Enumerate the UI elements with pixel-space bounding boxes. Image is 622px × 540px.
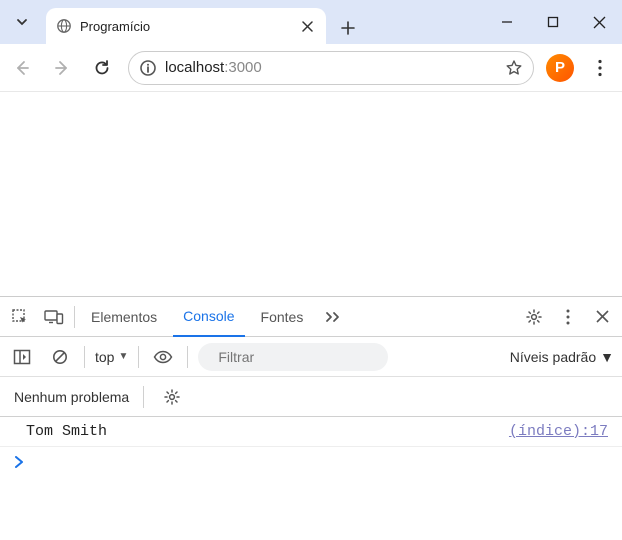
divider <box>74 306 75 328</box>
arrow-right-icon <box>53 59 71 77</box>
levels-label: Níveis padrão <box>510 349 596 365</box>
console-toolbar: top ▼ Níveis padrão ▼ <box>0 337 622 377</box>
close-icon <box>302 21 313 32</box>
device-toolbar-button[interactable] <box>40 303 68 331</box>
browser-titlebar: Programício <box>0 0 622 44</box>
log-source-link[interactable]: (índice):17 <box>509 423 608 440</box>
live-expression-button[interactable] <box>149 343 177 371</box>
double-chevron-right-icon <box>324 310 342 324</box>
tab-title: Programício <box>80 19 290 34</box>
browser-toolbar: localhost:3000 P <box>0 44 622 92</box>
chevron-down-icon: ▼ <box>600 349 614 365</box>
filter-input[interactable] <box>218 349 399 365</box>
gear-icon <box>525 308 543 326</box>
inspect-icon <box>11 308 29 326</box>
divider <box>143 386 144 408</box>
devtools-settings-button[interactable] <box>520 303 548 331</box>
tab-console[interactable]: Console <box>173 297 244 337</box>
devtools-menu-button[interactable] <box>554 303 582 331</box>
browser-menu-button[interactable] <box>586 54 614 82</box>
page-content <box>0 92 622 296</box>
url-text[interactable]: localhost:3000 <box>165 59 497 76</box>
reload-button[interactable] <box>88 54 116 82</box>
bookmark-button[interactable] <box>505 59 523 77</box>
sidebar-icon <box>13 349 31 365</box>
close-icon <box>593 16 606 29</box>
tab-close-button[interactable] <box>298 17 316 35</box>
inspect-element-button[interactable] <box>6 303 34 331</box>
chevron-down-icon <box>15 15 29 29</box>
minimize-icon <box>501 16 513 28</box>
site-info-button[interactable] <box>139 59 157 77</box>
log-message: Tom Smith <box>26 423 509 440</box>
extension-letter: P <box>555 59 565 76</box>
info-icon <box>139 59 157 77</box>
context-label: top <box>95 349 114 365</box>
console-sidebar-toggle[interactable] <box>8 343 36 371</box>
divider <box>84 346 85 368</box>
back-button[interactable] <box>8 54 36 82</box>
chevron-right-icon <box>14 456 24 468</box>
issues-text: Nenhum problema <box>14 389 129 405</box>
new-tab-button[interactable] <box>332 12 364 44</box>
devtools-close-button[interactable] <box>588 303 616 331</box>
globe-icon <box>56 18 72 34</box>
clear-icon <box>51 348 69 366</box>
console-settings-button[interactable] <box>158 383 186 411</box>
star-icon <box>505 59 523 77</box>
divider <box>187 346 188 368</box>
console-prompt[interactable] <box>0 447 622 477</box>
maximize-button[interactable] <box>530 0 576 44</box>
kebab-icon <box>598 59 602 77</box>
divider <box>138 346 139 368</box>
devtools-panel: Elementos Console Fontes top ▼ <box>0 296 622 540</box>
clear-console-button[interactable] <box>46 343 74 371</box>
tab-elements[interactable]: Elementos <box>81 297 167 337</box>
eye-icon <box>153 350 173 364</box>
kebab-icon <box>566 309 570 325</box>
tab-search-button[interactable] <box>0 0 44 44</box>
issues-bar: Nenhum problema <box>0 377 622 417</box>
close-window-button[interactable] <box>576 0 622 44</box>
log-levels-selector[interactable]: Níveis padrão ▼ <box>510 349 614 365</box>
chevron-down-icon: ▼ <box>118 351 128 362</box>
plus-icon <box>341 21 355 35</box>
browser-tab[interactable]: Programício <box>46 8 326 44</box>
tab-sources[interactable]: Fontes <box>251 297 314 337</box>
window-controls <box>484 0 622 44</box>
forward-button[interactable] <box>48 54 76 82</box>
maximize-icon <box>547 16 559 28</box>
log-entry[interactable]: Tom Smith (índice):17 <box>0 417 622 447</box>
minimize-button[interactable] <box>484 0 530 44</box>
devtools-tabbar: Elementos Console Fontes <box>0 297 622 337</box>
devices-icon <box>44 309 64 325</box>
address-bar[interactable]: localhost:3000 <box>128 51 534 85</box>
reload-icon <box>93 59 111 77</box>
extension-button[interactable]: P <box>546 54 574 82</box>
more-tabs-button[interactable] <box>319 303 347 331</box>
gear-icon <box>163 388 181 406</box>
close-icon <box>596 310 609 323</box>
arrow-left-icon <box>13 59 31 77</box>
console-filter[interactable] <box>198 343 388 371</box>
context-selector[interactable]: top ▼ <box>95 349 128 365</box>
console-log-area[interactable]: Tom Smith (índice):17 <box>0 417 622 540</box>
